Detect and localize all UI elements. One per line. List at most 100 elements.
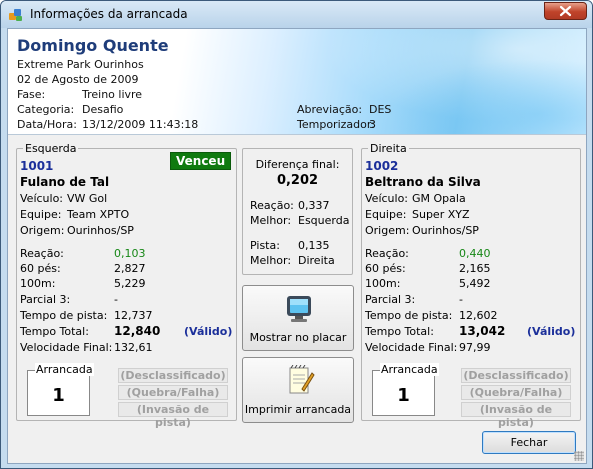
- left-tempo-total: 12,840: [114, 324, 161, 338]
- monitor-icon: [287, 296, 311, 322]
- comparison-group: Diferença final: 0,202 Reação: 0,337 Mel…: [242, 148, 353, 275]
- winner-badge: Venceu: [170, 152, 232, 170]
- diff-value: 0,202: [276, 173, 319, 188]
- center-melhor-reacao: Esquerda: [298, 214, 350, 227]
- right-reacao: 0,440: [459, 247, 491, 260]
- right-velocidade: 97,99: [459, 341, 491, 354]
- parcial-label: Parcial 3:: [20, 293, 71, 306]
- right-group-label: Direita: [368, 142, 409, 155]
- imprimir-arrancada-label: Imprimir arrancada: [244, 403, 352, 416]
- left-reacao: 0,103: [114, 247, 146, 260]
- event-date: 02 de Agosto de 2009: [17, 73, 139, 86]
- diff-label: Diferença final:: [255, 158, 340, 171]
- left-origem: Ourinhos/SP: [67, 224, 134, 237]
- arrancada-label: Arrancada: [380, 363, 439, 376]
- parcial-label: Parcial 3:: [365, 293, 416, 306]
- tempo-pista-label: Tempo de pista:: [365, 309, 453, 322]
- printer-note-icon: [289, 365, 315, 394]
- center-pista-label: Pista:: [250, 239, 280, 252]
- datahora-value: 13/12/2009 11:43:18: [82, 118, 199, 131]
- mostrar-placar-label: Mostrar no placar: [249, 331, 347, 344]
- left-equipe: Team XPTO: [67, 208, 130, 221]
- window-title: Informações da arrancada: [30, 7, 188, 21]
- left-driver-name: Fulano de Tal: [20, 175, 110, 189]
- categoria-label: Categoria:: [17, 103, 75, 116]
- left-invasao-button[interactable]: (Invasão de pista): [118, 402, 228, 429]
- dialog-client-area: Domingo Quente Extreme Park Ourinhos 02 …: [7, 28, 587, 464]
- right-number: 1002: [365, 159, 399, 173]
- imprimir-arrancada-button[interactable]: Imprimir arrancada: [242, 357, 354, 423]
- right-tempo-total: 13,042: [459, 324, 506, 338]
- right-cem: 5,492: [459, 277, 491, 290]
- cem-label: 100m:: [20, 277, 56, 290]
- right-parcial: -: [459, 293, 463, 306]
- center-reacao-value: 0,337: [298, 199, 330, 212]
- equipe-label: Equipe:: [20, 208, 62, 221]
- datahora-label: Data/Hora:: [17, 118, 77, 131]
- left-arrancada-box: Arrancada 1: [27, 363, 94, 416]
- right-origem: Ourinhos/SP: [412, 224, 479, 237]
- mostrar-placar-button[interactable]: Mostrar no placar: [242, 285, 354, 351]
- left-quebra-button[interactable]: (Quebra/Falha): [118, 385, 228, 400]
- center-melhor-reacao-label: Melhor:: [250, 214, 292, 227]
- right-driver-name: Beltrano da Silva: [365, 175, 481, 189]
- temporizador-label: Temporizador:: [297, 118, 375, 131]
- dialog-window: Informações da arrancada Domingo Quente …: [0, 0, 593, 469]
- reacao-label: Reação:: [20, 247, 64, 260]
- event-venue: Extreme Park Ourinhos: [17, 58, 144, 71]
- left-velocidade: 132,61: [114, 341, 153, 354]
- veiculo-label: Veículo:: [20, 192, 64, 205]
- left-arrancada-number: 1: [52, 385, 65, 406]
- cem-label: 100m:: [365, 277, 401, 290]
- left-validity: (Válido): [184, 325, 233, 338]
- center-melhor-pista: Direita: [298, 254, 335, 267]
- left-cem: 5,229: [114, 277, 146, 290]
- left-tempo-pista: 12,737: [114, 309, 153, 322]
- event-name: Domingo Quente: [17, 36, 169, 55]
- right-sessenta: 2,165: [459, 262, 491, 275]
- right-veiculo: GM Opala: [412, 192, 466, 205]
- tempo-total-label: Tempo Total:: [20, 325, 89, 338]
- event-header: Domingo Quente Extreme Park Ourinhos 02 …: [8, 29, 586, 135]
- close-button[interactable]: [544, 2, 587, 20]
- velocidade-label: Velocidade Final:: [20, 341, 113, 354]
- origem-label: Origem:: [365, 224, 410, 237]
- right-desclassificado-button[interactable]: (Desclassificado): [461, 368, 571, 383]
- resize-grip[interactable]: [574, 451, 584, 461]
- center-reacao-label: Reação:: [250, 199, 294, 212]
- sessenta-label: 60 pés:: [20, 262, 61, 275]
- app-icon: [9, 9, 22, 21]
- arrancada-label: Arrancada: [35, 363, 94, 376]
- right-invasao-button[interactable]: (Invasão de pista): [461, 402, 571, 429]
- center-melhor-pista-label: Melhor:: [250, 254, 292, 267]
- title-bar[interactable]: Informações da arrancada: [1, 1, 592, 28]
- equipe-label: Equipe:: [365, 208, 407, 221]
- right-equipe: Super XYZ: [412, 208, 470, 221]
- fechar-button[interactable]: Fechar: [482, 431, 576, 454]
- right-arrancada-number: 1: [397, 385, 410, 406]
- abreviacao-label: Abreviação:: [297, 103, 363, 116]
- sessenta-label: 60 pés:: [365, 262, 406, 275]
- right-tempo-pista: 12,602: [459, 309, 498, 322]
- right-arrancada-box: Arrancada 1: [372, 363, 439, 416]
- reacao-label: Reação:: [365, 247, 409, 260]
- left-desclassificado-button[interactable]: (Desclassificado): [118, 368, 228, 383]
- right-quebra-button[interactable]: (Quebra/Falha): [461, 385, 571, 400]
- left-group-label: Esquerda: [23, 142, 79, 155]
- tempo-pista-label: Tempo de pista:: [20, 309, 108, 322]
- fase-label: Fase:: [17, 88, 46, 101]
- categoria-value: Desafio: [82, 103, 124, 116]
- left-parcial: -: [114, 293, 118, 306]
- left-lane-group: Esquerda 1001 Venceu Fulano de Tal Veícu…: [16, 142, 237, 429]
- right-lane-group: Direita 1002 Beltrano da Silva Veículo: …: [361, 142, 581, 429]
- tempo-total-label: Tempo Total:: [365, 325, 434, 338]
- veiculo-label: Veículo:: [365, 192, 409, 205]
- origem-label: Origem:: [20, 224, 65, 237]
- temporizador-value: 3: [369, 118, 376, 131]
- left-number: 1001: [20, 159, 54, 173]
- right-validity: (Válido): [527, 325, 576, 338]
- left-veiculo: VW Gol: [67, 192, 108, 205]
- close-icon: [559, 5, 572, 17]
- center-pista-value: 0,135: [298, 239, 330, 252]
- left-sessenta: 2,827: [114, 262, 146, 275]
